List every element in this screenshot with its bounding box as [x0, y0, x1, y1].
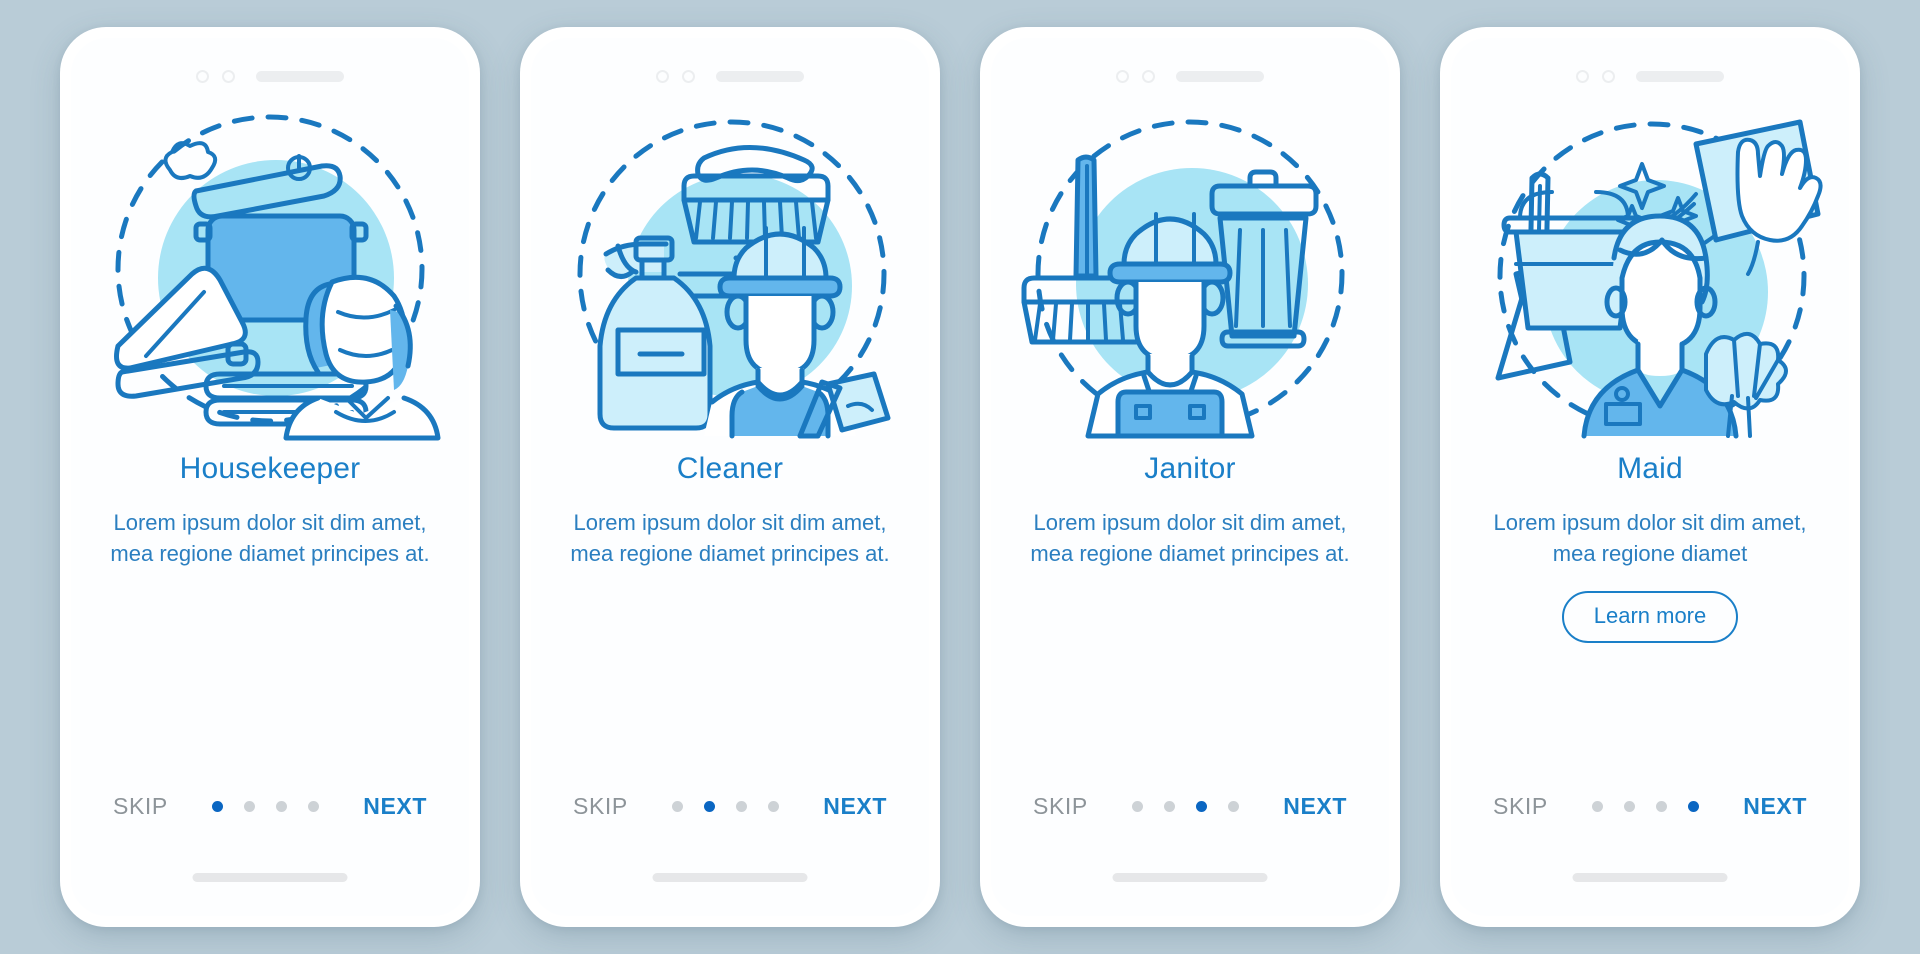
- camera-icon: [656, 69, 669, 83]
- page-title: Housekeeper: [179, 452, 361, 485]
- pagination-dot-2[interactable]: [704, 801, 716, 812]
- page-title: Maid: [1617, 452, 1683, 485]
- pagination-dot-4[interactable]: [308, 801, 320, 812]
- onboarding-nav-janitor: SKIP NEXT: [991, 793, 1389, 820]
- phone-inner-janitor: Janitor Lorem ipsum dolor sit dim amet, …: [991, 38, 1389, 916]
- pagination-dot-3[interactable]: [1656, 801, 1668, 812]
- pagination-dot-2[interactable]: [1624, 801, 1636, 812]
- pagination-dot-2[interactable]: [244, 801, 256, 812]
- onboarding-nav-housekeeper: SKIP NEXT: [71, 793, 469, 820]
- skip-button[interactable]: SKIP: [1033, 793, 1088, 820]
- janitor-illustration: [1020, 106, 1360, 439]
- phone-screen-cleaner: Cleaner Lorem ipsum dolor sit dim amet, …: [520, 27, 940, 927]
- sensor-icon: [682, 69, 695, 83]
- text-block-janitor: Janitor Lorem ipsum dolor sit dim amet, …: [991, 452, 1389, 569]
- pagination-dot-1[interactable]: [672, 801, 684, 812]
- onboarding-nav-cleaner: SKIP NEXT: [531, 793, 929, 820]
- pagination-dot-1[interactable]: [1592, 801, 1604, 812]
- camera-icon: [1116, 69, 1129, 83]
- phone-inner-maid: Maid Lorem ipsum dolor sit dim amet, mea…: [1451, 38, 1849, 916]
- status-bar: [991, 38, 1389, 100]
- onboarding-nav-maid: SKIP NEXT: [1451, 793, 1849, 820]
- pagination-dot-2[interactable]: [1164, 801, 1176, 812]
- housekeeper-illustration: [100, 106, 441, 441]
- speaker-grill: [1176, 70, 1264, 82]
- sensor-icon: [222, 69, 235, 83]
- phone-screen-maid: Maid Lorem ipsum dolor sit dim amet, mea…: [1440, 27, 1860, 927]
- pagination-dot-3[interactable]: [276, 801, 288, 812]
- maid-illustration: [1480, 106, 1823, 439]
- skip-button[interactable]: SKIP: [113, 793, 168, 820]
- page-description: Lorem ipsum dolor sit dim amet, mea regi…: [1030, 510, 1350, 567]
- next-button[interactable]: NEXT: [1743, 793, 1807, 820]
- page-title: Janitor: [1144, 452, 1236, 485]
- next-button[interactable]: NEXT: [823, 793, 887, 820]
- home-indicator: [1112, 873, 1268, 882]
- pagination-dot-4[interactable]: [1688, 801, 1700, 812]
- pagination-dot-3[interactable]: [736, 801, 748, 812]
- cleaner-illustration: [560, 106, 900, 439]
- page-description: Lorem ipsum dolor sit dim amet, mea regi…: [570, 510, 890, 567]
- status-bar: [1451, 38, 1849, 100]
- home-indicator: [192, 873, 348, 882]
- learn-more-button[interactable]: Learn more: [1561, 591, 1739, 643]
- phone-inner-cleaner: Cleaner Lorem ipsum dolor sit dim amet, …: [531, 38, 929, 916]
- skip-button[interactable]: SKIP: [1493, 793, 1548, 820]
- pagination-dot-1[interactable]: [212, 801, 224, 812]
- home-indicator: [1572, 873, 1728, 882]
- speaker-grill: [716, 70, 804, 82]
- pagination-dot-4[interactable]: [768, 801, 780, 812]
- phone-inner-housekeeper: Housekeeper Lorem ipsum dolor sit dim am…: [71, 38, 469, 916]
- pagination-dot-4[interactable]: [1228, 801, 1240, 812]
- phone-screen-housekeeper: Housekeeper Lorem ipsum dolor sit dim am…: [60, 27, 480, 927]
- pagination-dots: [672, 801, 780, 812]
- page-title: Cleaner: [676, 452, 784, 485]
- skip-button[interactable]: SKIP: [573, 793, 628, 820]
- onboarding-screens-row: Housekeeper Lorem ipsum dolor sit dim am…: [60, 27, 1860, 927]
- status-bar: [71, 38, 469, 100]
- pagination-dot-1[interactable]: [1132, 801, 1144, 812]
- speaker-grill: [1636, 70, 1724, 82]
- text-block-cleaner: Cleaner Lorem ipsum dolor sit dim amet, …: [531, 452, 929, 569]
- page-description: Lorem ipsum dolor sit dim amet, mea regi…: [1493, 510, 1807, 567]
- phone-screen-janitor: Janitor Lorem ipsum dolor sit dim amet, …: [980, 27, 1400, 927]
- pagination-dots: [1592, 801, 1700, 812]
- status-bar: [531, 38, 929, 100]
- next-button[interactable]: NEXT: [363, 793, 427, 820]
- text-block-maid: Maid Lorem ipsum dolor sit dim amet, mea…: [1451, 452, 1849, 643]
- text-block-housekeeper: Housekeeper Lorem ipsum dolor sit dim am…: [71, 452, 469, 569]
- sensor-icon: [1142, 69, 1155, 83]
- pagination-dots: [1132, 801, 1240, 812]
- pagination-dots: [212, 801, 320, 812]
- home-indicator: [652, 873, 808, 882]
- camera-icon: [196, 69, 209, 83]
- page-description: Lorem ipsum dolor sit dim amet, mea regi…: [110, 510, 430, 567]
- camera-icon: [1576, 69, 1589, 83]
- speaker-grill: [256, 70, 344, 82]
- pagination-dot-3[interactable]: [1196, 801, 1208, 812]
- sensor-icon: [1602, 69, 1615, 83]
- next-button[interactable]: NEXT: [1283, 793, 1347, 820]
